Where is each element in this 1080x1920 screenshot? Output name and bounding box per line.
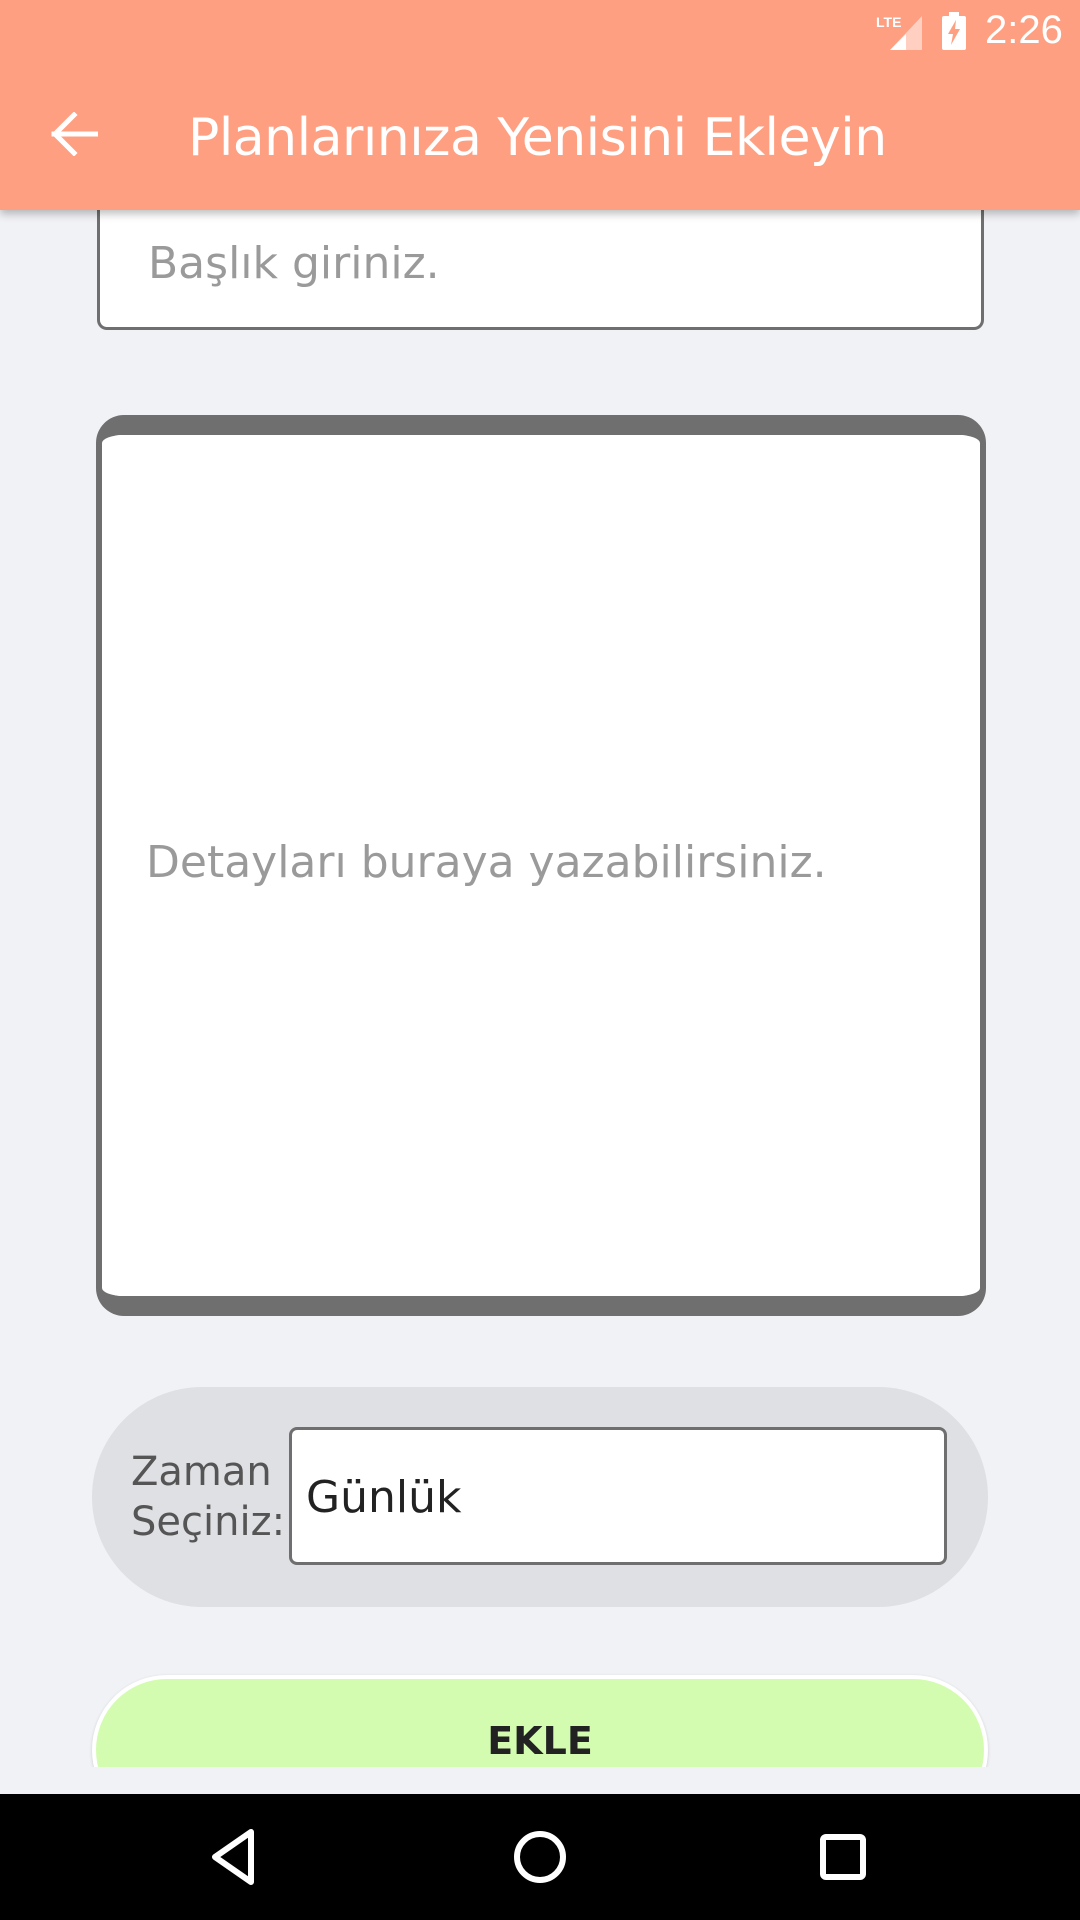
navigation-bar (0, 1794, 1080, 1920)
time-selector-container: Zaman Seçiniz: Günlük (92, 1387, 988, 1607)
arrow-left-icon (50, 110, 99, 161)
network-label: LTE (876, 14, 901, 30)
details-placeholder: Detayları buraya yazabilirsiniz. (146, 837, 827, 888)
app-bar: LTE 2:26 Planlarınıza Yenisini Ekleyin (0, 0, 1080, 210)
page-title: Planlarınıza Yenisini Ekleyin (188, 108, 887, 168)
title-input[interactable]: Başlık giriniz. (97, 190, 984, 330)
time-label-line2: Seçiniz: (131, 1499, 286, 1545)
time-select[interactable]: Günlük (289, 1427, 947, 1565)
scroll-edge (0, 1767, 1080, 1794)
details-textarea[interactable]: Detayları buraya yazabilirsiniz. (96, 415, 986, 1316)
lte-signal-icon: LTE (876, 12, 922, 50)
back-button[interactable] (40, 102, 108, 170)
title-placeholder: Başlık giriniz. (148, 238, 440, 289)
nav-back-icon[interactable] (203, 1824, 269, 1890)
time-select-value: Günlük (306, 1472, 462, 1523)
status-bar: LTE 2:26 (0, 0, 1080, 63)
time-label: Zaman Seçiniz: (131, 1447, 291, 1547)
add-button-label: EKLE (487, 1719, 593, 1763)
screen: LTE 2:26 Planlarınıza Yenisini Ekleyin B… (0, 0, 1080, 1920)
battery-charging-icon (941, 12, 967, 50)
status-clock: 2:26 (985, 8, 1063, 52)
nav-recents-icon[interactable] (810, 1824, 876, 1890)
nav-home-icon[interactable] (507, 1824, 573, 1890)
time-label-line1: Zaman (131, 1449, 272, 1495)
